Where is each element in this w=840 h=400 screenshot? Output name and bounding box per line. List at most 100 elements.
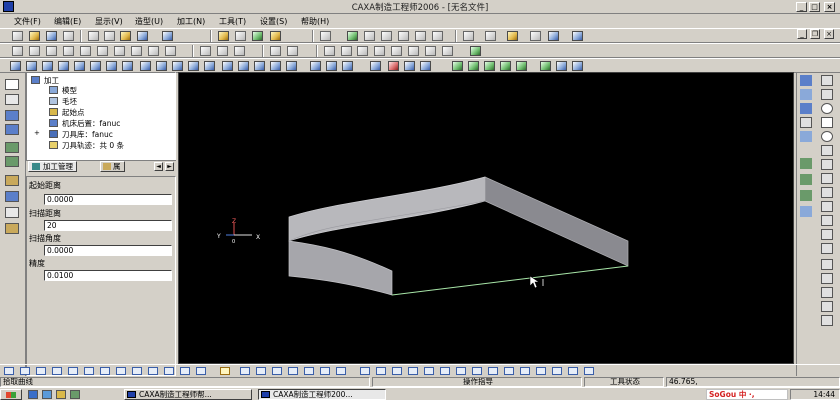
ruled-surface-icon[interactable] [452,61,463,71]
trajectory-icon-2[interactable] [376,367,386,375]
revolve-cut-icon[interactable] [90,61,101,71]
select-arrow-icon[interactable] [5,79,19,90]
align-icon[interactable] [5,156,19,167]
feature-tree-icon[interactable] [324,46,335,56]
coordinate-icon[interactable] [131,46,142,56]
machining-strategy-icon-11[interactable] [164,367,174,375]
rib-icon[interactable] [222,61,233,71]
chamfer-icon[interactable] [156,61,167,71]
menu-tools[interactable]: 工具(T) [219,16,246,27]
trajectory-icon-9[interactable] [488,367,498,375]
toolpath-icon-5[interactable] [304,367,314,375]
curve-mirror-icon[interactable] [800,131,812,142]
quicklaunch-media-icon[interactable] [56,390,66,399]
material-icon[interactable] [97,46,108,56]
new-file-icon[interactable] [12,31,23,41]
datum-icon[interactable] [270,46,281,56]
start-distance-input[interactable]: 0.0000 [44,194,172,205]
mirror-icon[interactable] [270,61,281,71]
menu-machining[interactable]: 加工(N) [177,16,205,27]
trajectory-icon-12[interactable] [536,367,546,375]
extrude-cut-icon[interactable] [74,61,85,71]
machining-strategy-icon-5[interactable] [68,367,78,375]
hidden-line-icon[interactable] [485,31,496,41]
light-icon[interactable] [218,31,229,41]
feature-icon-7[interactable] [442,46,453,56]
machining-strategy-icon-8[interactable] [116,367,126,375]
precision-input[interactable]: 0.0100 [44,270,172,281]
toolpath-icon-4[interactable] [288,367,298,375]
pattern-icon[interactable] [238,61,249,71]
swept-surface-model[interactable] [288,176,629,296]
hide-icon[interactable] [46,46,57,56]
sweep-boss-icon[interactable] [58,61,69,71]
toolpath-icon-3[interactable] [272,367,282,375]
feature-icon[interactable] [341,46,352,56]
hole-icon[interactable] [204,61,215,71]
menu-edit[interactable]: 编辑(E) [54,16,81,27]
expand-toggle[interactable]: + [34,129,40,137]
machining-strategy-icon-9[interactable] [132,367,142,375]
open-file-icon[interactable] [29,31,40,41]
surface-extend-icon[interactable] [388,61,399,71]
machining-strategy-icon-10[interactable] [148,367,158,375]
explode-icon[interactable] [5,207,19,218]
taskbar-button-caxa-main[interactable]: CAXA制造工程师200... [258,389,386,400]
circle-icon[interactable] [821,103,833,114]
surface-patch-icon[interactable] [556,61,567,71]
loft-boss-icon[interactable] [42,61,53,71]
projection-icon[interactable] [821,229,833,240]
curve-edit-icon[interactable] [800,89,812,100]
spline-icon[interactable] [821,145,833,156]
curve-tool-icon[interactable] [800,75,812,86]
surface-extrude-icon[interactable] [310,61,321,71]
tab-next-button[interactable]: ► [165,162,174,171]
sketch-edit-icon[interactable] [217,46,228,56]
toolpath-icon-2[interactable] [256,367,266,375]
curve-smooth-icon[interactable] [821,315,833,326]
close-button[interactable]: × [824,2,835,12]
curve-fit-icon[interactable] [821,259,833,270]
filter-icon[interactable] [252,31,263,41]
geometry-tool-icon[interactable] [800,158,812,169]
curve-break-icon[interactable] [821,273,833,284]
drive-surface-icon[interactable] [516,61,527,71]
window-icon[interactable] [320,31,331,41]
zoom-all-icon[interactable] [398,31,409,41]
surface-sweep-icon[interactable] [342,61,353,71]
toolpath-edit-icon[interactable] [220,367,230,375]
trajectory-icon-7[interactable] [456,367,466,375]
trajectory-icon-8[interactable] [472,367,482,375]
quicklaunch-ie-icon[interactable] [42,390,52,399]
formula-curve-icon[interactable] [821,159,833,170]
taskbar-button-caxa-help[interactable]: CAXA制造工程师帮... [124,389,252,400]
plane-icon[interactable] [114,46,125,56]
trajectory-icon[interactable] [360,367,370,375]
polygon-icon[interactable] [821,187,833,198]
text-icon[interactable] [821,243,833,254]
shell-icon[interactable] [172,61,183,71]
feature-icon-3[interactable] [374,46,385,56]
curve-trim-icon[interactable] [800,103,812,114]
view-icon[interactable] [548,31,559,41]
sweep-cut-icon[interactable] [122,61,133,71]
machining-strategy-icon-12[interactable] [180,367,190,375]
copy-icon[interactable] [104,31,115,41]
trajectory-icon-11[interactable] [520,367,530,375]
trajectory-icon-4[interactable] [408,367,418,375]
properties-icon[interactable] [148,46,159,56]
sketch-icon[interactable] [200,46,211,56]
pan-icon[interactable] [347,31,358,41]
loft-cut-icon[interactable] [106,61,117,71]
zoom-window-icon[interactable] [364,31,375,41]
surface-trim-icon[interactable] [370,61,381,71]
boundary-surface-icon[interactable] [468,61,479,71]
sogou-ime-bar[interactable]: SoGou 中 ·, [706,389,788,400]
blend-surface-icon[interactable] [540,61,551,71]
trajectory-icon-14[interactable] [568,367,578,375]
rotate-icon[interactable] [415,31,426,41]
minimize-button[interactable]: _ [796,2,807,12]
point-icon[interactable] [821,173,833,184]
surface-revolve-icon[interactable] [326,61,337,71]
surface-stitch-icon[interactable] [420,61,431,71]
